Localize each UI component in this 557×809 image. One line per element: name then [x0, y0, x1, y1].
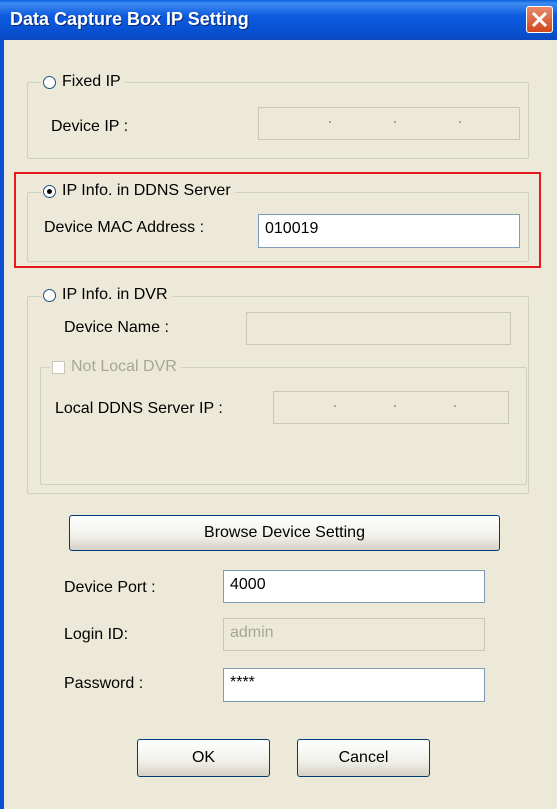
- close-icon: [531, 11, 548, 28]
- browse-device-setting-button[interactable]: Browse Device Setting: [69, 515, 500, 551]
- dvr-option[interactable]: IP Info. in DVR: [41, 284, 172, 306]
- password-input[interactable]: ****: [223, 668, 485, 702]
- fixed-ip-option[interactable]: Fixed IP: [41, 71, 125, 93]
- device-name-label: Device Name :: [64, 319, 169, 336]
- window-border: [0, 40, 4, 809]
- login-id-input[interactable]: admin: [223, 618, 485, 651]
- ok-button[interactable]: OK: [137, 739, 270, 777]
- local-ddns-ip-field: [273, 391, 509, 424]
- login-id-label: Login ID:: [64, 626, 129, 643]
- device-name-input[interactable]: [246, 312, 511, 345]
- not-local-dvr-label: Not Local DVR: [71, 358, 177, 375]
- close-button[interactable]: [526, 6, 553, 33]
- device-ip-label: Device IP :: [51, 118, 129, 135]
- not-local-dvr-group: [40, 367, 527, 485]
- not-local-dvr-checkbox[interactable]: [52, 360, 65, 374]
- dialog-window: Data Capture Box IP Setting Fixed IP Dev…: [0, 0, 557, 809]
- dvr-label: IP Info. in DVR: [62, 286, 168, 303]
- window-title: Data Capture Box IP Setting: [10, 9, 249, 29]
- highlight-box: [14, 172, 541, 268]
- device-port-label: Device Port :: [64, 579, 156, 596]
- cancel-button[interactable]: Cancel: [297, 739, 430, 777]
- local-ddns-ip-label: Local DDNS Server IP :: [55, 400, 223, 417]
- dvr-radio[interactable]: [43, 288, 56, 302]
- device-ip-field: [258, 107, 520, 140]
- fixed-ip-label: Fixed IP: [62, 73, 121, 90]
- fixed-ip-radio[interactable]: [43, 75, 56, 89]
- device-port-input[interactable]: 4000: [223, 570, 485, 603]
- password-label: Password :: [64, 675, 144, 692]
- not-local-dvr-option[interactable]: Not Local DVR: [50, 356, 181, 378]
- title-bar[interactable]: Data Capture Box IP Setting: [0, 0, 557, 40]
